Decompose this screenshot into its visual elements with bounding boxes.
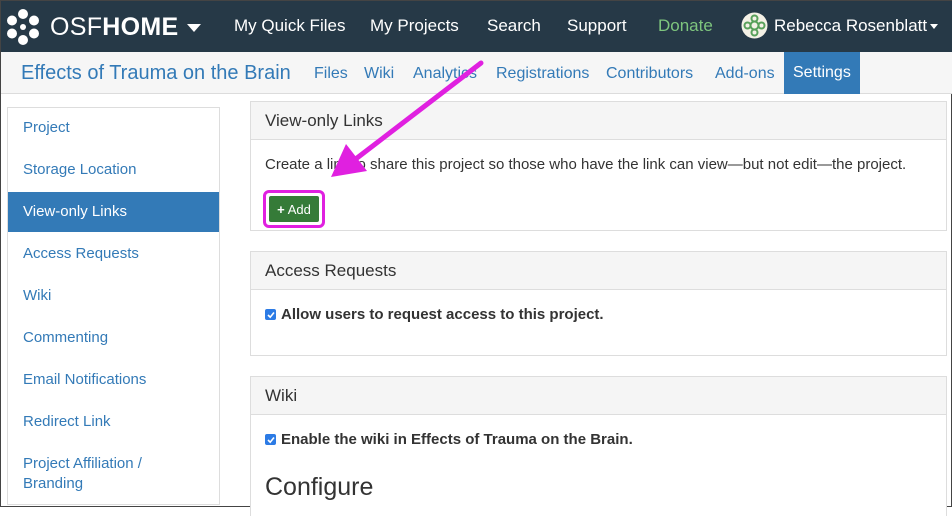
check-icon: [266, 436, 275, 443]
tab-wiki[interactable]: Wiki: [364, 65, 394, 83]
panel-title: Wiki: [251, 377, 946, 415]
avatar: [741, 12, 768, 39]
settings-sidebar: Project Storage Location View-only Links…: [7, 107, 220, 505]
view-only-links-panel: View-only Links Create a link to share t…: [250, 101, 947, 231]
sidebar-item-label-line2: Branding: [23, 475, 84, 492]
sidebar-item-email-notifications[interactable]: Email Notifications: [8, 360, 219, 400]
sidebar-item-view-only-links[interactable]: View-only Links: [8, 192, 219, 232]
osf-home-brand[interactable]: OSFHOME: [4, 7, 201, 47]
panel-title: View-only Links: [251, 102, 946, 140]
configure-heading: Configure: [265, 473, 374, 501]
tab-registrations[interactable]: Registrations: [496, 65, 589, 83]
brand-name: OSFHOME: [50, 12, 179, 41]
sidebar-item-wiki[interactable]: Wiki: [8, 276, 219, 316]
sidebar-item-commenting[interactable]: Commenting: [8, 318, 219, 358]
view-only-description: Create a link to share this project so t…: [265, 156, 907, 173]
access-request-checkbox[interactable]: [265, 309, 276, 320]
panel-title: Access Requests: [251, 252, 946, 290]
nav-my-projects[interactable]: My Projects: [370, 16, 459, 36]
user-name: Rebecca Rosenblatt: [774, 15, 928, 35]
add-link-button[interactable]: + Add: [269, 196, 319, 222]
project-title[interactable]: Effects of Trauma on the Brain: [21, 62, 291, 85]
osf-logo-icon: [7, 9, 39, 45]
user-menu[interactable]: Rebecca Rosenblatt: [741, 12, 939, 39]
access-requests-panel: Access Requests Allow users to request a…: [250, 251, 947, 356]
project-navbar: Effects of Trauma on the Brain Files Wik…: [1, 52, 952, 94]
sidebar-item-redirect-link[interactable]: Redirect Link: [8, 402, 219, 442]
sidebar-item-project[interactable]: Project: [8, 108, 219, 148]
nav-my-quick-files[interactable]: My Quick Files: [234, 16, 345, 36]
add-button-highlight: + Add: [263, 190, 325, 228]
add-button-label: Add: [287, 201, 311, 217]
sidebar-item-label: Project Affiliation /: [23, 455, 142, 472]
nav-support[interactable]: Support: [567, 16, 627, 36]
sidebar-item-storage-location[interactable]: Storage Location: [8, 150, 219, 190]
tab-add-ons[interactable]: Add-ons: [715, 65, 775, 83]
tab-files[interactable]: Files: [314, 65, 348, 83]
sidebar-item-project-affiliation[interactable]: Project Affiliation / Branding: [8, 454, 219, 496]
chevron-down-icon: [186, 24, 201, 32]
wiki-option-label: Enable the wiki in Effects of Trauma on …: [281, 431, 633, 448]
nav-search[interactable]: Search: [487, 16, 541, 36]
wiki-option: Enable the wiki in Effects of Trauma on …: [265, 431, 633, 448]
caret-down-icon: [930, 24, 939, 29]
nav-donate[interactable]: Donate: [658, 16, 713, 36]
access-request-label: Allow users to request access to this pr…: [281, 306, 604, 323]
wiki-checkbox[interactable]: [265, 434, 276, 445]
wiki-panel: Wiki Enable the wiki in Effects of Traum…: [250, 376, 947, 516]
check-icon: [266, 311, 275, 318]
plus-icon: +: [277, 201, 285, 217]
tab-contributors[interactable]: Contributors: [606, 65, 693, 83]
access-request-option: Allow users to request access to this pr…: [265, 306, 604, 323]
tab-analytics[interactable]: Analytics: [413, 65, 477, 83]
top-navbar: OSFHOME My Quick Files My Projects Searc…: [1, 1, 952, 52]
tab-settings[interactable]: Settings: [784, 52, 860, 94]
sidebar-item-access-requests[interactable]: Access Requests: [8, 234, 219, 274]
